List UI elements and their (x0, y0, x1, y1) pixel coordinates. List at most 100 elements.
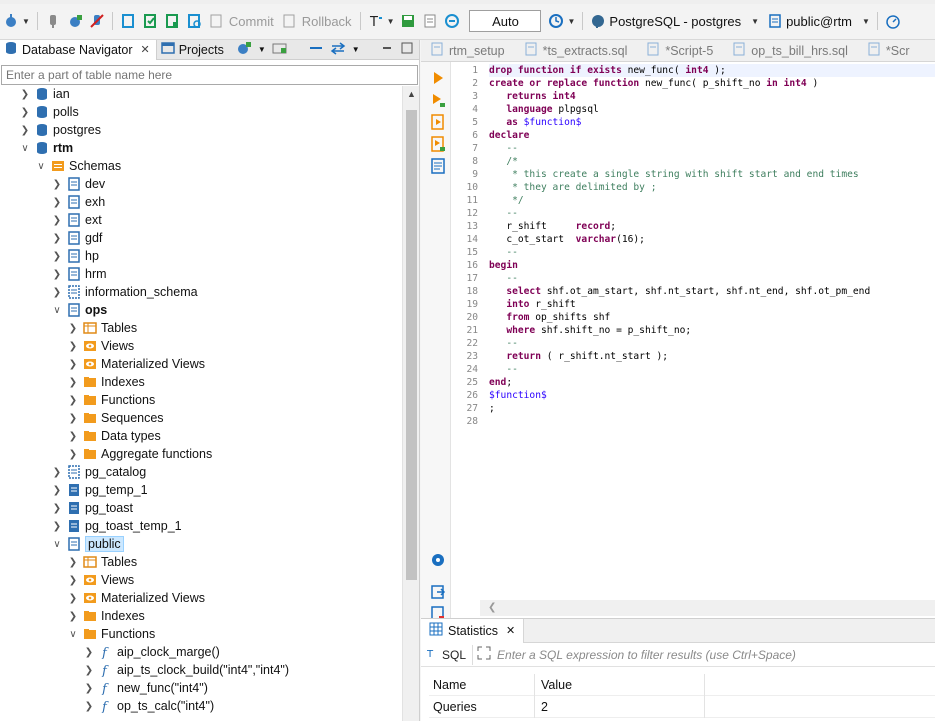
chevron-right-icon[interactable]: ❯ (66, 431, 80, 442)
tree-item-schema-exh[interactable]: ❯ exh (50, 193, 105, 211)
compare-icon[interactable] (443, 12, 461, 30)
column-header-value[interactable]: Value (535, 673, 705, 696)
active-schema-selector[interactable]: public@rtm (786, 14, 852, 29)
new-dropdown-icon[interactable]: ▼ (258, 45, 266, 54)
execute-statement-icon[interactable] (430, 70, 446, 86)
save-as-icon[interactable] (421, 12, 439, 30)
code-line[interactable]: -- (489, 142, 935, 155)
new-connection-icon[interactable] (2, 12, 20, 30)
code-line[interactable]: return ( r_shift.nt_start ); (489, 350, 935, 363)
execute-in-new-tab-icon[interactable] (430, 92, 446, 108)
code-line[interactable]: c_ot_start varchar(16); (489, 233, 935, 246)
invalidate-reconnect-icon[interactable] (66, 12, 84, 30)
explain-plan-icon[interactable] (430, 158, 446, 174)
chevron-down-icon[interactable]: ∨ (50, 539, 64, 550)
schema-dropdown-icon[interactable]: ▼ (862, 17, 870, 26)
tree-item-ian[interactable]: ❯ ian (18, 86, 70, 103)
commit-mode-icon[interactable] (141, 12, 159, 30)
scroll-up-icon[interactable]: ▲ (403, 86, 420, 102)
tree-item-ops-sequences[interactable]: ❯ Sequences (66, 409, 164, 427)
tree-item-schema-pg-toast[interactable]: ❯ pg_toast (50, 499, 133, 517)
active-connection-selector[interactable]: PostgreSQL - postgres (609, 14, 741, 29)
minimize-icon[interactable] (380, 41, 394, 58)
tree-item-ops-materialized-views[interactable]: ❯ Materialized Views (66, 355, 205, 373)
chevron-right-icon[interactable]: ❯ (82, 683, 96, 694)
rollback-button[interactable]: Rollback (302, 14, 352, 29)
code-line[interactable]: select shf.ot_am_start, shf.nt_start, sh… (489, 285, 935, 298)
code-line[interactable]: declare (489, 129, 935, 142)
navigator-scrollbar[interactable]: ▲ (402, 86, 419, 721)
tree-item-ops-views[interactable]: ❯ Views (66, 337, 134, 355)
code-line[interactable]: -- (489, 246, 935, 259)
code-line[interactable]: -- (489, 207, 935, 220)
code-line[interactable]: -- (489, 272, 935, 285)
chevron-right-icon[interactable]: ❯ (18, 125, 32, 136)
tree-item-public-indexes[interactable]: ❯ Indexes (66, 607, 145, 625)
tree-item-ops-tables[interactable]: ❯ Tables (66, 319, 137, 337)
new-connection-icon[interactable] (236, 41, 252, 58)
chevron-down-icon[interactable]: ∨ (34, 161, 48, 172)
chevron-right-icon[interactable]: ❯ (50, 215, 64, 226)
commit-icon[interactable] (207, 12, 225, 30)
dashboard-icon[interactable] (884, 12, 902, 30)
disconnect-icon[interactable] (88, 12, 106, 30)
tree-item-schema-gdf[interactable]: ❯ gdf (50, 229, 103, 247)
code-line[interactable]: language plpgsql (489, 103, 935, 116)
table-filter-input[interactable] (1, 65, 418, 85)
new-folder-icon[interactable] (272, 41, 288, 58)
tab-statistics[interactable]: Statistics ✕ (421, 618, 525, 643)
settings-gear-icon[interactable] (430, 552, 446, 568)
connect-icon[interactable] (44, 12, 62, 30)
chevron-right-icon[interactable]: ❯ (50, 179, 64, 190)
tree-item-function[interactable]: ❯ f op_ts_calc("int4") (82, 697, 214, 715)
chevron-right-icon[interactable]: ❯ (50, 467, 64, 478)
tree-item-public-tables[interactable]: ❯ Tables (66, 553, 137, 571)
history-dropdown-icon[interactable]: ▼ (567, 17, 575, 26)
code-line[interactable]: -- (489, 363, 935, 376)
commit-button[interactable]: Commit (229, 14, 274, 29)
transaction-mode-combo[interactable]: Auto (469, 10, 542, 32)
tree-item-function[interactable]: ❯ f aip_ts_clock_build("int4","int4") (82, 661, 289, 679)
collapse-all-icon[interactable] (308, 41, 324, 58)
tree-item-public-views[interactable]: ❯ Views (66, 571, 134, 589)
tree-item-ops-indexes[interactable]: ❯ Indexes (66, 373, 145, 391)
execute-script-new-tab-icon[interactable] (430, 136, 446, 152)
chevron-right-icon[interactable]: ❯ (82, 701, 96, 712)
scrollbar-thumb[interactable] (406, 110, 417, 580)
chevron-right-icon[interactable]: ❯ (50, 197, 64, 208)
editor-horizontal-scrollbar[interactable]: ❮ (480, 600, 935, 616)
history-icon[interactable] (547, 12, 565, 30)
editor-tab[interactable]: rtm_setup (421, 42, 515, 59)
chevron-right-icon[interactable]: ❯ (66, 413, 80, 424)
editor-tab[interactable]: *ts_extracts.sql (515, 42, 638, 59)
scroll-left-icon[interactable]: ❮ (488, 602, 496, 613)
close-icon[interactable]: ✕ (140, 43, 149, 56)
maximize-icon[interactable] (400, 41, 414, 58)
chevron-right-icon[interactable]: ❯ (66, 323, 80, 334)
tree-item-ops-data-types[interactable]: ❯ Data types (66, 427, 161, 445)
code-line[interactable]: create or replace function new_func( p_s… (489, 77, 935, 90)
chevron-right-icon[interactable]: ❯ (82, 647, 96, 658)
code-line[interactable]: where shf.shift_no = p_shift_no; (489, 324, 935, 337)
execute-script-icon[interactable] (430, 114, 446, 130)
tree-item-schema-pg-temp-1[interactable]: ❯ pg_temp_1 (50, 481, 148, 499)
table-row[interactable]: Queries 2 (429, 695, 935, 718)
export-icon[interactable] (430, 584, 446, 600)
code-line[interactable]: * this create a single string with shift… (489, 168, 935, 181)
transaction-log-icon[interactable] (185, 12, 203, 30)
tree-item-schema-information-schema[interactable]: ❯ information_schema (50, 283, 198, 301)
link-with-editor-icon[interactable] (330, 41, 346, 58)
code-line[interactable]: * they are delimited by ; (489, 181, 935, 194)
tree-item-postgres[interactable]: ❯ postgres (18, 121, 101, 139)
code-area[interactable]: drop function if exists new_func( int4 )… (489, 64, 935, 428)
tree-item-function[interactable]: ❯ f aip_clock_marge() (82, 643, 220, 661)
code-line[interactable]: as $function$ (489, 116, 935, 129)
chevron-right-icon[interactable]: ❯ (50, 485, 64, 496)
code-line[interactable] (489, 415, 935, 428)
save-icon[interactable] (399, 12, 417, 30)
chevron-right-icon[interactable]: ❯ (66, 395, 80, 406)
code-line[interactable]: from op_shifts shf (489, 311, 935, 324)
code-line[interactable]: end; (489, 376, 935, 389)
chevron-right-icon[interactable]: ❯ (66, 341, 80, 352)
tree-item-public-functions[interactable]: ∨ Functions (66, 625, 155, 643)
